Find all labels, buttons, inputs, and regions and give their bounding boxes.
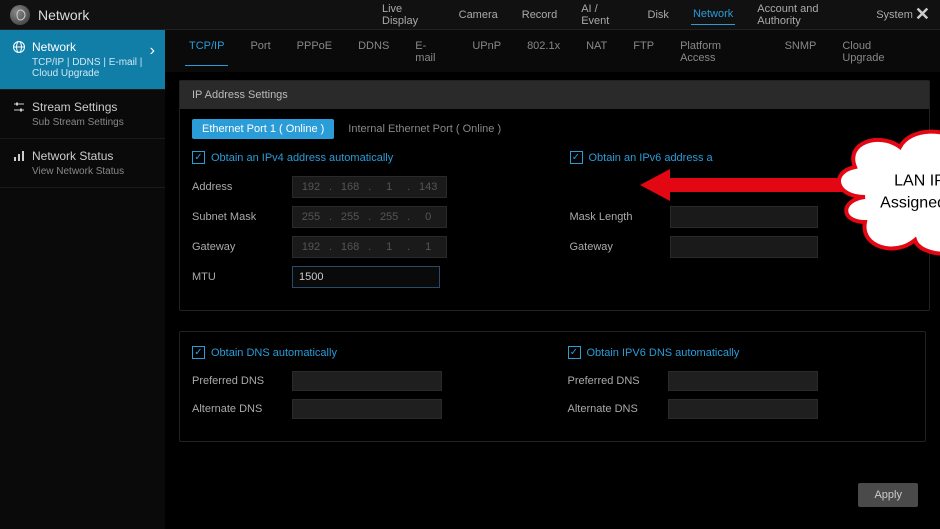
checkbox-icon: ✓ [192, 346, 205, 359]
close-icon[interactable]: ✕ [915, 4, 930, 25]
subtab-ddns[interactable]: DDNS [354, 38, 393, 66]
sidebar-item-label: Network Status [32, 149, 113, 163]
top-menu-ai-event[interactable]: AI / Event [579, 0, 625, 31]
sidebar: Network TCP/IP | DDNS | E-mail | Cloud Up… [0, 30, 165, 529]
sidebar-item-sub: Sub Stream Settings [32, 117, 153, 128]
dns-panel: ✓ Obtain DNS automatically Preferred DNS… [179, 331, 926, 442]
checkbox-icon: ✓ [192, 151, 205, 164]
mask-length-label: Mask Length [570, 211, 670, 223]
subnet-label: Subnet Mask [192, 211, 292, 223]
subtab-cloud-upgrade[interactable]: Cloud Upgrade [838, 38, 920, 66]
ipv4-auto-label: Obtain an IPv4 address automatically [211, 152, 393, 164]
top-menu-camera[interactable]: Camera [457, 5, 500, 25]
gateway-label: Gateway [192, 241, 292, 253]
top-menu-account-and-authority[interactable]: Account and Authority [755, 0, 854, 31]
ipv4-address-input[interactable]: 192. 168. 1. 143 [292, 176, 447, 198]
bars-icon [12, 149, 26, 163]
address-label: Address [192, 181, 292, 193]
sliders-icon [12, 100, 26, 114]
ip-settings-panel: IP Address Settings Ethernet Port 1 ( On… [179, 80, 930, 311]
pref-dns-input[interactable] [292, 371, 442, 391]
dns-auto-label: Obtain DNS automatically [211, 347, 337, 359]
subtab-nat[interactable]: NAT [582, 38, 611, 66]
checkbox-icon: ✓ [568, 346, 581, 359]
top-menu-record[interactable]: Record [520, 5, 559, 25]
top-menu: Live Display Camera Record AI / Event Disk Ne… [380, 0, 915, 31]
ipv6-gateway-input[interactable] [670, 236, 818, 258]
panel-title: IP Address Settings [180, 81, 929, 109]
ipv4-auto-checkbox[interactable]: ✓ Obtain an IPv4 address automatically [192, 151, 540, 164]
ipv6-auto-checkbox[interactable]: ✓ Obtain an IPv6 address a [570, 151, 918, 164]
mtu-input[interactable] [292, 266, 440, 288]
globe-icon [12, 40, 26, 54]
sidebar-item-sub: TCP/IP | DDNS | E-mail | Cloud Upgrade [32, 57, 153, 79]
ipv6-column: ✓ Obtain an IPv6 address a Mask Length G… [570, 151, 918, 296]
top-menu-live-display[interactable]: Live Display [380, 0, 437, 31]
sidebar-item-network-status[interactable]: Network Status View Network Status [0, 139, 165, 188]
subtab-port[interactable]: Port [246, 38, 274, 66]
dns6-auto-checkbox[interactable]: ✓ Obtain IPV6 DNS automatically [568, 346, 914, 359]
ipv6-mask-input[interactable] [670, 206, 818, 228]
ipv4-gateway-input[interactable]: 192. 168. 1. 1 [292, 236, 447, 258]
subtab-pppoe[interactable]: PPPoE [293, 38, 336, 66]
port-tab-internal[interactable]: Internal Ethernet Port ( Online ) [338, 119, 511, 139]
sidebar-item-label: Stream Settings [32, 100, 117, 114]
port-tabs: Ethernet Port 1 ( Online ) Internal Ethe… [180, 109, 929, 151]
dns6-auto-label: Obtain IPV6 DNS automatically [587, 347, 740, 359]
logo-area: Network [10, 5, 210, 25]
alt-dns6-input[interactable] [668, 399, 818, 419]
ipv4-subnet-input[interactable]: 255. 255. 255. 0 [292, 206, 447, 228]
alt-dns-label: Alternate DNS [192, 403, 292, 415]
subtab-bar: TCP/IP Port PPPoE DDNS E-mail UPnP 802.1x NAT FT… [165, 30, 940, 72]
subtab-upnp[interactable]: UPnP [468, 38, 505, 66]
dns-auto-checkbox[interactable]: ✓ Obtain DNS automatically [192, 346, 538, 359]
sidebar-item-stream-settings[interactable]: Stream Settings Sub Stream Settings [0, 90, 165, 139]
dns-ipv4-col: ✓ Obtain DNS automatically Preferred DNS… [192, 346, 538, 427]
pref-dns-label: Preferred DNS [192, 375, 292, 387]
top-menu-network[interactable]: Network [691, 4, 735, 25]
subtab-platform-access[interactable]: Platform Access [676, 38, 763, 66]
main-content: TCP/IP Port PPPoE DDNS E-mail UPnP 802.1x NAT FT… [165, 30, 940, 529]
subtab-tcp-ip[interactable]: TCP/IP [185, 38, 228, 66]
subtab-ftp[interactable]: FTP [629, 38, 658, 66]
checkbox-icon: ✓ [570, 151, 583, 164]
ipv6-gateway-label: Gateway [570, 241, 670, 253]
apply-button[interactable]: Apply [858, 483, 918, 507]
alt-dns6-label: Alternate DNS [568, 403, 668, 415]
port-tab-eth1[interactable]: Ethernet Port 1 ( Online ) [192, 119, 334, 139]
app-logo-icon [10, 5, 30, 25]
pref-dns6-label: Preferred DNS [568, 375, 668, 387]
ipv6-auto-label: Obtain an IPv6 address a [589, 152, 713, 164]
subtab-snmp[interactable]: SNMP [781, 38, 821, 66]
dns-ipv6-col: ✓ Obtain IPV6 DNS automatically Preferre… [568, 346, 914, 427]
ipv4-column: ✓ Obtain an IPv4 address automatically A… [192, 151, 540, 296]
top-menu-system[interactable]: System [874, 5, 915, 25]
pref-dns6-input[interactable] [668, 371, 818, 391]
subtab-802-1x[interactable]: 802.1x [523, 38, 564, 66]
sidebar-item-sub: View Network Status [32, 166, 153, 177]
page-title: Network [38, 7, 89, 23]
mtu-label: MTU [192, 271, 292, 283]
sidebar-item-network[interactable]: Network TCP/IP | DDNS | E-mail | Cloud Up… [0, 30, 165, 90]
top-menu-disk[interactable]: Disk [646, 5, 671, 25]
alt-dns-input[interactable] [292, 399, 442, 419]
subtab-e-mail[interactable]: E-mail [411, 38, 450, 66]
sidebar-item-label: Network [32, 40, 76, 54]
top-bar: Network Live Display Camera Record AI / Eve… [0, 0, 940, 30]
